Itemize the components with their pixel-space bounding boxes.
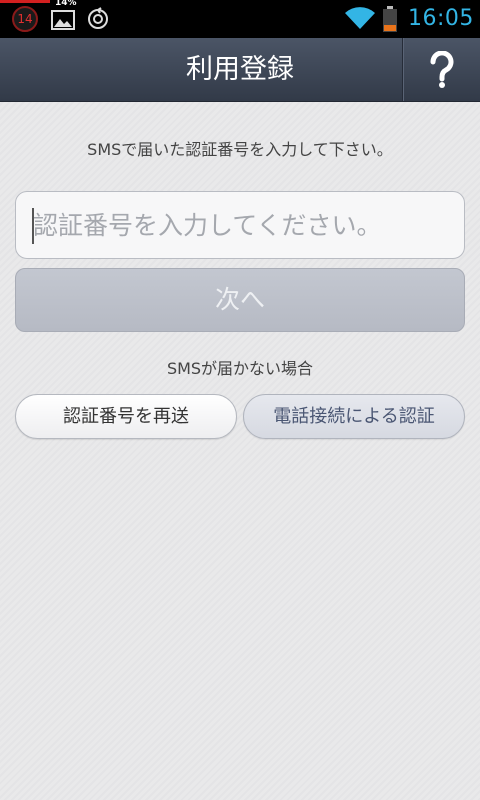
- next-button[interactable]: 次へ: [15, 268, 465, 332]
- status-bar: 14 14% 16:05: [0, 0, 480, 38]
- status-progress-line: [0, 0, 50, 3]
- notification-count: 14: [17, 12, 33, 26]
- text-cursor: [32, 208, 34, 244]
- help-button[interactable]: [402, 38, 480, 101]
- wifi-icon: [345, 7, 375, 29]
- gallery-percent: 14%: [55, 0, 77, 8]
- sync-icon: [88, 7, 108, 29]
- title-bar: 利用登録: [0, 38, 480, 102]
- phone-auth-button[interactable]: 電話接続による認証: [243, 394, 465, 439]
- resend-code-button[interactable]: 認証番号を再送: [15, 394, 237, 439]
- no-sms-heading: SMSが届かない場合: [166, 359, 314, 378]
- notification-count-icon: 14: [12, 6, 38, 32]
- instruction-text: SMSで届いた認証番号を入力して下さい。: [87, 140, 393, 159]
- gallery-icon: [51, 10, 75, 30]
- battery-icon: [383, 6, 397, 32]
- clock: 16:05: [408, 6, 474, 31]
- question-mark-icon: [429, 50, 453, 88]
- verification-code-input[interactable]: [15, 191, 465, 259]
